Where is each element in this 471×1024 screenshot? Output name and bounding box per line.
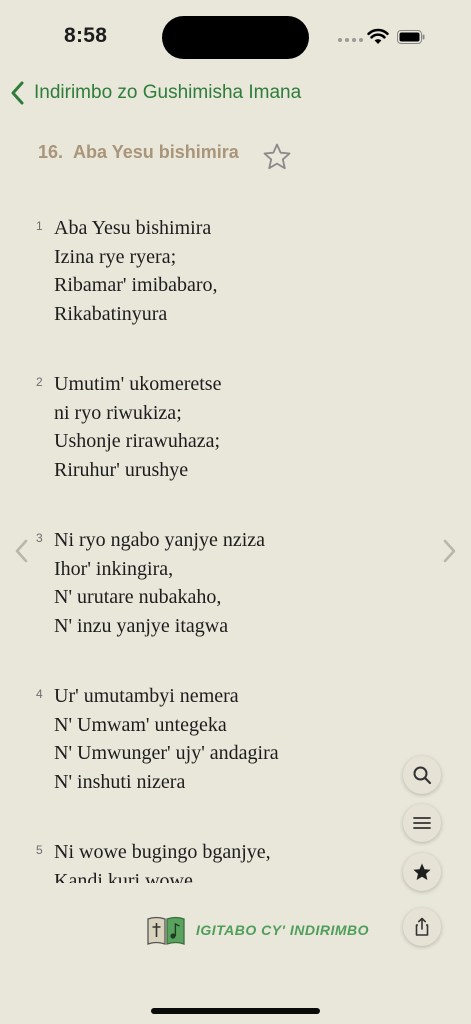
brand-name: IGITABO CY' INDIRIMBO xyxy=(196,922,370,938)
verse-number: 3 xyxy=(36,531,43,545)
search-icon xyxy=(413,766,432,785)
lyric-line: ni ryo riwukiza; xyxy=(54,401,182,424)
lyric-line: Ur' umutambyi nemera xyxy=(54,685,239,707)
battery-icon xyxy=(397,30,425,44)
menu-button[interactable] xyxy=(403,804,441,842)
status-time: 8:58 xyxy=(64,24,108,47)
lyric-line: Aba Yesu bishimira xyxy=(54,217,212,239)
verse-number: 2 xyxy=(36,375,43,389)
star-filled-icon xyxy=(413,863,431,880)
chevron-left-icon[interactable] xyxy=(13,538,31,564)
lyric-line: N' inzu yanjye itagwa xyxy=(54,614,229,637)
lyric-line: Ni wowe bugingo bganjye, xyxy=(54,841,271,863)
verse-number: 1 xyxy=(36,219,43,233)
verse-number: 4 xyxy=(36,687,43,701)
song-title: Aba Yesu bishimira xyxy=(73,142,239,162)
lyric-line: Ushonje rirawuhaza; xyxy=(54,430,221,452)
lyric-line: N' Umwam' untegeka xyxy=(54,713,227,736)
chevron-left-icon xyxy=(11,81,24,105)
signal-icon xyxy=(338,38,363,42)
lyric-line: Riruhur' urushye xyxy=(54,458,189,481)
app-brand: IGITABO CY' INDIRIMBO xyxy=(146,913,369,947)
bible-book-icon xyxy=(147,916,185,945)
lyric-line: Ihor' inkingira, xyxy=(54,557,174,580)
lyric-line: Rikabatinyura xyxy=(54,302,168,325)
list-icon xyxy=(413,817,431,829)
lyric-line: Ribamar' imibabaro, xyxy=(54,274,218,296)
favorites-button[interactable] xyxy=(403,853,441,891)
dynamic-island xyxy=(162,16,309,59)
lyric-line: Umutim' ukomeretse xyxy=(54,373,222,395)
song-number: 16. xyxy=(38,142,64,162)
search-button[interactable] xyxy=(403,756,441,794)
star-outline-icon[interactable] xyxy=(262,142,292,172)
lyric-line: Kandi kuri wowe xyxy=(54,869,193,884)
lyric-line: N' Umwunger' ujy' andagira xyxy=(54,742,279,764)
lyrics-area[interactable]: 1 Aba Yesu bishimira Izina rye ryera; Ri… xyxy=(0,210,471,883)
lyric-line: Ni ryo ngabo yanjye nziza xyxy=(54,529,266,551)
verse-number: 5 xyxy=(36,843,43,857)
song-title-row: 16. Aba Yesu bishimira xyxy=(38,142,239,163)
lyric-line: Izina rye ryera; xyxy=(54,245,177,268)
lyric-line: N' urutare nubakaho, xyxy=(54,586,222,608)
share-button[interactable] xyxy=(403,908,441,946)
share-icon xyxy=(415,917,429,936)
lyric-line: N' inshuti nizera xyxy=(54,770,186,793)
back-button[interactable]: Indirimbo zo Gushimisha Imana xyxy=(8,78,301,108)
wifi-icon xyxy=(367,28,389,44)
back-label: Indirimbo zo Gushimisha Imana xyxy=(34,82,302,103)
chevron-right-icon[interactable] xyxy=(440,538,458,564)
home-indicator[interactable] xyxy=(151,1008,320,1014)
